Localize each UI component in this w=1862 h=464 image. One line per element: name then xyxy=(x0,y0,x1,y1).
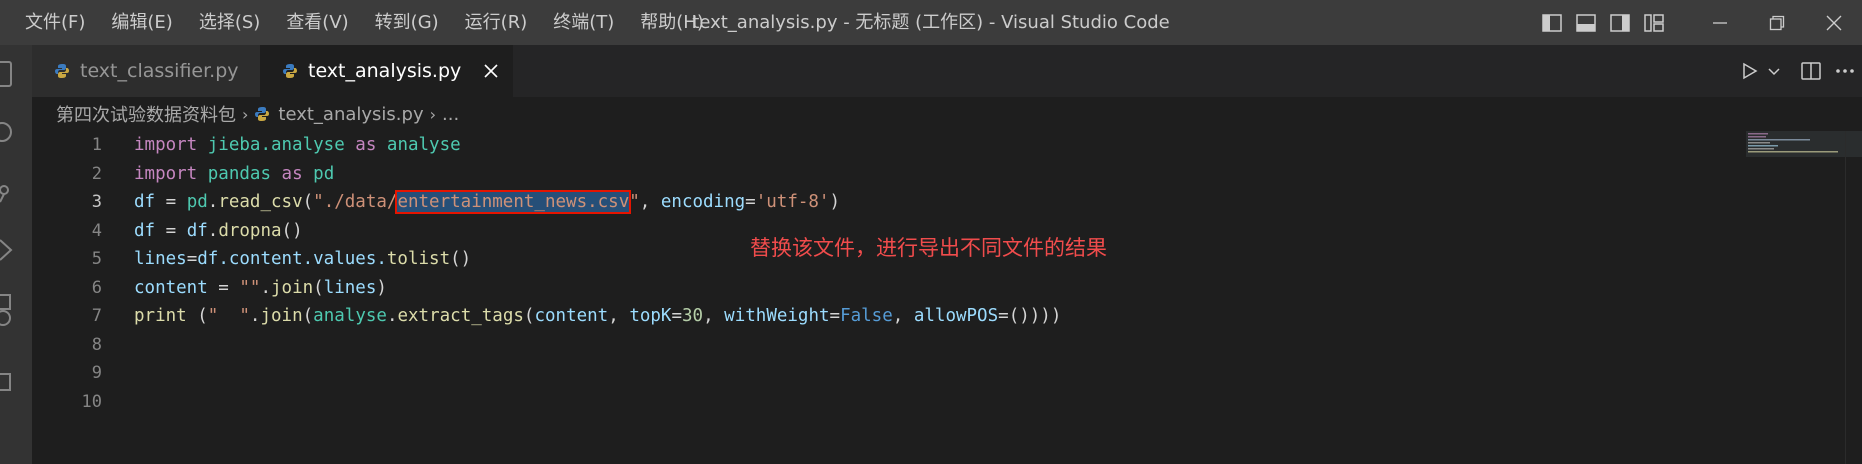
menu-help[interactable]: 帮助(H) xyxy=(627,0,717,45)
chevron-right-icon: › xyxy=(242,104,249,124)
line-number: 9 xyxy=(91,363,102,383)
title-bar: 文件(F) 编辑(E) 选择(S) 查看(V) 转到(G) 运行(R) 终端(T… xyxy=(0,0,1862,45)
close-icon xyxy=(1826,15,1841,30)
code-line-10[interactable] xyxy=(134,388,1061,417)
line-number: 1 xyxy=(91,135,102,155)
minimize-icon xyxy=(1712,21,1727,24)
ellipsis-icon xyxy=(1836,69,1854,73)
run-options-dropdown[interactable] xyxy=(1764,45,1784,97)
line-number: 5 xyxy=(91,249,102,269)
more-actions-button[interactable] xyxy=(1828,45,1862,97)
toggle-panel-button[interactable] xyxy=(1569,0,1603,45)
code-editor[interactable]: import jieba.analyse as analyse import p… xyxy=(134,131,1061,416)
code-line-3[interactable]: df = pd.read_csv("./data/entertainment_n… xyxy=(134,188,1061,217)
run-debug-icon[interactable] xyxy=(0,233,32,267)
python-file-icon xyxy=(255,107,270,121)
menu-view[interactable]: 查看(V) xyxy=(273,0,361,45)
breadcrumb-file[interactable]: text_analysis.py xyxy=(278,104,423,125)
remote-explorer-icon[interactable] xyxy=(0,293,32,327)
line-number: 10 xyxy=(81,391,102,412)
line-number-current: 3 xyxy=(91,192,102,212)
line-number: 4 xyxy=(91,220,102,241)
menu-go[interactable]: 转到(G) xyxy=(362,0,452,45)
play-icon xyxy=(1743,62,1758,80)
close-tab-icon[interactable] xyxy=(483,63,499,79)
explorer-icon[interactable] xyxy=(0,57,32,91)
activity-bar xyxy=(0,45,32,464)
line-number: 2 xyxy=(91,163,102,184)
line-number-gutter: 1 2 3 4 5 6 7 8 9 10 xyxy=(32,131,102,416)
close-window-button[interactable] xyxy=(1805,0,1862,45)
toggle-primary-sidebar-button[interactable] xyxy=(1535,0,1569,45)
menu-selection[interactable]: 选择(S) xyxy=(186,0,273,45)
layout-icon xyxy=(1644,13,1664,32)
code-line-1[interactable]: import jieba.analyse as analyse xyxy=(134,131,1061,160)
tab-text-classifier[interactable]: text_classifier.py xyxy=(32,45,260,97)
line-number: 6 xyxy=(91,277,102,298)
menu-bar: 文件(F) 编辑(E) 选择(S) 查看(V) 转到(G) 运行(R) 终端(T… xyxy=(12,0,717,45)
tab-label: text_analysis.py xyxy=(308,60,462,82)
source-control-icon[interactable] xyxy=(0,175,32,209)
tab-label: text_classifier.py xyxy=(80,60,239,82)
editor-actions xyxy=(1734,45,1862,97)
highlighted-filename[interactable]: entertainment_news.csv xyxy=(395,190,632,214)
run-python-file-button[interactable] xyxy=(1734,45,1764,97)
code-line-7[interactable]: print (" ".join(analyse.extract_tags(con… xyxy=(134,302,1061,331)
restore-button[interactable] xyxy=(1748,0,1805,45)
code-line-6[interactable]: content = "".join(lines) xyxy=(134,274,1061,303)
split-editor-button[interactable] xyxy=(1794,45,1828,97)
panel-bottom-icon xyxy=(1576,13,1596,32)
menu-terminal[interactable]: 终端(T) xyxy=(540,0,627,45)
extensions-icon[interactable] xyxy=(0,363,32,397)
vertical-scrollbar[interactable] xyxy=(1845,131,1846,464)
breadcrumb-more[interactable]: ... xyxy=(442,104,459,125)
sidebar-right-icon xyxy=(1610,13,1630,32)
breadcrumb-folder[interactable]: 第四次试验数据资料包 xyxy=(56,101,236,127)
menu-run[interactable]: 运行(R) xyxy=(452,0,541,45)
sidebar-left-icon xyxy=(1542,13,1562,32)
minimap[interactable] xyxy=(1740,131,1862,464)
code-line-2[interactable]: import pandas as pd xyxy=(134,160,1061,189)
chevron-down-icon xyxy=(1768,68,1780,76)
code-line-8[interactable] xyxy=(134,331,1061,360)
minimize-button[interactable] xyxy=(1691,0,1748,45)
menu-file[interactable]: 文件(F) xyxy=(12,0,98,45)
chevron-right-icon: › xyxy=(429,104,437,124)
python-file-icon xyxy=(283,64,297,78)
line-number: 8 xyxy=(91,334,102,355)
split-editor-icon xyxy=(1801,62,1821,80)
menu-edit[interactable]: 编辑(E) xyxy=(98,0,185,45)
tab-text-analysis[interactable]: text_analysis.py xyxy=(260,45,513,97)
restore-icon xyxy=(1769,15,1784,30)
toggle-secondary-sidebar-button[interactable] xyxy=(1603,0,1637,45)
customize-layout-button[interactable] xyxy=(1637,0,1671,45)
annotation-note: 替换该文件，进行导出不同文件的结果 xyxy=(750,236,1107,260)
code-line-9[interactable] xyxy=(134,359,1061,388)
line-number: 7 xyxy=(91,306,102,326)
title-controls xyxy=(1535,0,1862,45)
tab-bar: text_classifier.py text_analysis.py xyxy=(32,45,1862,97)
breadcrumb: 第四次试验数据资料包 › text_analysis.py › ... xyxy=(32,97,1862,131)
python-file-icon xyxy=(55,64,69,78)
search-icon[interactable] xyxy=(0,117,32,151)
